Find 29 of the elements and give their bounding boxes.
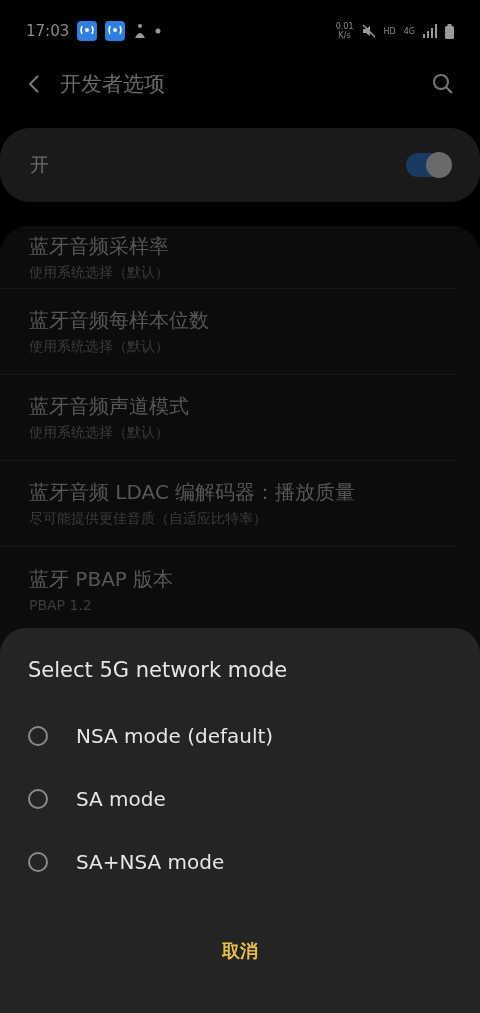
battery-icon [445, 23, 454, 39]
option-label[interactable]: SA+NSA mode [76, 849, 225, 874]
notification-icon [77, 21, 98, 41]
setting-title[interactable]: 蓝牙音频采样率 [29, 232, 428, 260]
option-label[interactable]: SA mode [76, 786, 166, 811]
radio-button[interactable] [28, 788, 48, 809]
option-label[interactable]: NSA mode (default) [76, 723, 274, 748]
network-type: 4G [403, 26, 415, 36]
status-time: 17:03 [26, 22, 70, 40]
figure-icon [133, 23, 148, 39]
toggle-switch[interactable] [406, 153, 450, 177]
switch-label: 开 [30, 152, 49, 177]
back-icon[interactable] [28, 74, 40, 94]
dot-icon [155, 28, 162, 34]
page-title: 开发者选项 [60, 71, 166, 98]
radio-button[interactable] [28, 851, 48, 872]
setting-title[interactable]: 蓝牙 PBAP 版本 [29, 566, 428, 593]
setting-title[interactable]: 蓝牙音频每样本位数 [29, 307, 428, 334]
hd-label: HD [383, 26, 396, 36]
setting-title[interactable]: 蓝牙音频声道模式 [29, 393, 428, 420]
search-icon[interactable] [432, 73, 454, 95]
dialog-title: Select 5G network mode [27, 658, 289, 682]
radio-button[interactable] [28, 725, 48, 746]
cancel-button[interactable]: 取消 [202, 933, 278, 969]
signal-icon [423, 24, 437, 38]
mute-icon [361, 24, 376, 38]
network-speed: 0.01 K/s [335, 22, 354, 40]
setting-title[interactable]: 蓝牙音频 LDAC 编解码器：播放质量 [29, 479, 428, 506]
notification-icon [105, 21, 126, 41]
